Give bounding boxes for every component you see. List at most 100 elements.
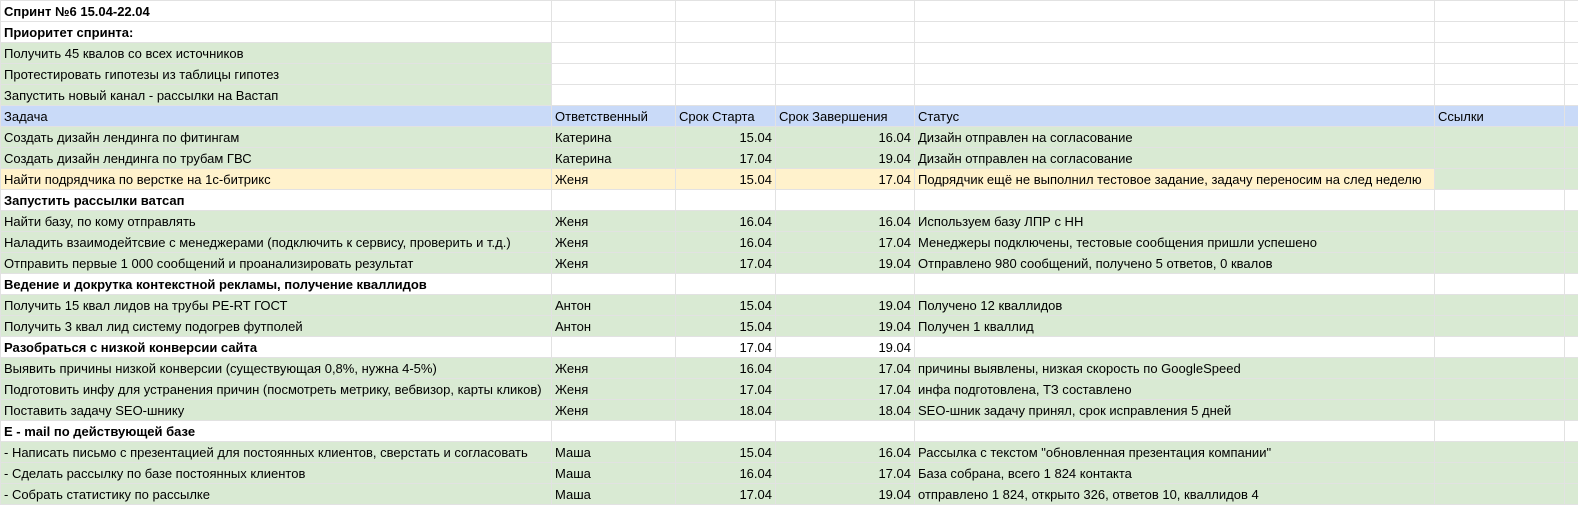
section-title[interactable]: Ведение и докрутка контекстной рекламы, … xyxy=(0,273,552,295)
links-cell[interactable] xyxy=(1434,231,1565,253)
task-cell[interactable]: - Сделать рассылку по базе постоянных кл… xyxy=(0,462,552,484)
owner-cell[interactable]: Антон xyxy=(551,315,676,337)
end-cell[interactable]: 17.04 xyxy=(775,231,915,253)
links-cell[interactable] xyxy=(1434,483,1565,505)
end-cell[interactable]: 19.04 xyxy=(775,294,915,316)
end-cell[interactable]: 17.04 xyxy=(775,462,915,484)
task-cell[interactable]: - Написать письмо с презентацией для пос… xyxy=(0,441,552,463)
status-cell[interactable]: Отправлено 980 сообщений, получено 5 отв… xyxy=(914,252,1435,274)
task-cell[interactable]: Найти базу, по кому отправлять xyxy=(0,210,552,232)
start-cell[interactable]: 16.04 xyxy=(675,210,776,232)
task-cell[interactable]: Создать дизайн лендинга по фитингам xyxy=(0,126,552,148)
section-title[interactable]: Запустить рассылки ватсап xyxy=(0,189,552,211)
start-cell[interactable]: 17.04 xyxy=(675,252,776,274)
status-cell[interactable]: База собрана, всего 1 824 контакта xyxy=(914,462,1435,484)
status-cell[interactable]: Получен 1 кваллид xyxy=(914,315,1435,337)
owner-cell[interactable]: Маша xyxy=(551,462,676,484)
end-cell[interactable]: 19.04 xyxy=(775,252,915,274)
status-cell[interactable]: Дизайн отправлен на согласование xyxy=(914,126,1435,148)
start-cell[interactable]: 15.04 xyxy=(675,126,776,148)
task-cell[interactable]: Наладить взаимодейтсвие с менеджерами (п… xyxy=(0,231,552,253)
end-cell[interactable]: 17.04 xyxy=(775,378,915,400)
links-cell[interactable] xyxy=(1434,147,1565,169)
priority-item[interactable]: Получить 45 квалов со всех источников xyxy=(0,42,552,64)
header-end[interactable]: Срок Завершения xyxy=(775,105,915,127)
start-cell[interactable]: 15.04 xyxy=(675,168,776,190)
end-cell[interactable]: 19.04 xyxy=(775,336,915,358)
end-cell[interactable]: 19.04 xyxy=(775,315,915,337)
owner-cell[interactable]: Женя xyxy=(551,357,676,379)
status-cell[interactable]: Используем базу ЛПР с НН xyxy=(914,210,1435,232)
links-cell[interactable] xyxy=(1434,378,1565,400)
end-cell[interactable]: 19.04 xyxy=(775,147,915,169)
end-cell[interactable]: 16.04 xyxy=(775,210,915,232)
links-cell[interactable] xyxy=(1434,462,1565,484)
owner-cell[interactable]: Катерина xyxy=(551,147,676,169)
end-cell[interactable]: 18.04 xyxy=(775,399,915,421)
status-cell[interactable]: Получено 12 кваллидов xyxy=(914,294,1435,316)
owner-cell[interactable]: Маша xyxy=(551,483,676,505)
priority-item[interactable]: Протестировать гипотезы из таблицы гипот… xyxy=(0,63,552,85)
task-cell[interactable]: Создать дизайн лендинга по трубам ГВС xyxy=(0,147,552,169)
task-cell[interactable]: Подготовить инфу для устранения причин (… xyxy=(0,378,552,400)
start-cell[interactable]: 17.04 xyxy=(675,483,776,505)
owner-cell[interactable]: Женя xyxy=(551,168,676,190)
links-cell[interactable] xyxy=(1434,210,1565,232)
header-status[interactable]: Статус xyxy=(914,105,1435,127)
owner-cell[interactable]: Антон xyxy=(551,294,676,316)
status-cell[interactable]: Подрядчик ещё не выполнил тестовое задан… xyxy=(914,168,1435,190)
header-links[interactable]: Ссылки xyxy=(1434,105,1565,127)
start-cell[interactable]: 16.04 xyxy=(675,231,776,253)
status-cell[interactable]: SEO-шник задачу принял, срок исправления… xyxy=(914,399,1435,421)
status-cell[interactable]: инфа подготовлена, ТЗ составлено xyxy=(914,378,1435,400)
header-task[interactable]: Задача xyxy=(0,105,552,127)
task-cell[interactable]: Отправить первые 1 000 сообщений и проан… xyxy=(0,252,552,274)
end-cell[interactable]: 17.04 xyxy=(775,357,915,379)
task-cell[interactable]: Найти подрядчика по верстке на 1с-битрик… xyxy=(0,168,552,190)
end-cell[interactable]: 16.04 xyxy=(775,441,915,463)
start-cell[interactable]: 17.04 xyxy=(675,336,776,358)
links-cell[interactable] xyxy=(1434,441,1565,463)
end-cell[interactable]: 19.04 xyxy=(775,483,915,505)
owner-cell[interactable]: Катерина xyxy=(551,126,676,148)
end-cell[interactable]: 17.04 xyxy=(775,168,915,190)
status-cell[interactable]: причины выявлены, низкая скорость по Goo… xyxy=(914,357,1435,379)
status-cell[interactable]: Дизайн отправлен на согласование xyxy=(914,147,1435,169)
start-cell[interactable]: 18.04 xyxy=(675,399,776,421)
status-cell[interactable]: Рассылка с текстом "обновленная презента… xyxy=(914,441,1435,463)
links-cell[interactable] xyxy=(1434,252,1565,274)
status-cell[interactable]: отправлено 1 824, открыто 326, ответов 1… xyxy=(914,483,1435,505)
owner-cell[interactable]: Женя xyxy=(551,231,676,253)
links-cell[interactable] xyxy=(1434,168,1565,190)
start-cell[interactable]: 15.04 xyxy=(675,315,776,337)
start-cell[interactable]: 16.04 xyxy=(675,357,776,379)
header-start[interactable]: Срок Старта xyxy=(675,105,776,127)
task-cell[interactable]: - Собрать статистику по рассылке xyxy=(0,483,552,505)
status-cell[interactable]: Менеджеры подключены, тестовые сообщения… xyxy=(914,231,1435,253)
header-owner[interactable]: Ответственный xyxy=(551,105,676,127)
owner-cell[interactable]: Маша xyxy=(551,441,676,463)
task-cell[interactable]: Получить 15 квал лидов на трубы PE-RT ГО… xyxy=(0,294,552,316)
links-cell[interactable] xyxy=(1434,315,1565,337)
owner-cell[interactable]: Женя xyxy=(551,378,676,400)
start-cell[interactable]: 15.04 xyxy=(675,294,776,316)
owner-cell[interactable]: Женя xyxy=(551,210,676,232)
links-cell[interactable] xyxy=(1434,294,1565,316)
start-cell[interactable]: 17.04 xyxy=(675,378,776,400)
start-cell[interactable]: 16.04 xyxy=(675,462,776,484)
links-cell[interactable] xyxy=(1434,399,1565,421)
section-title[interactable]: E - mail по действующей базе xyxy=(0,420,552,442)
start-cell[interactable]: 15.04 xyxy=(675,441,776,463)
task-cell[interactable]: Получить 3 квал лид систему подогрев фут… xyxy=(0,315,552,337)
task-cell[interactable]: Выявить причины низкой конверсии (сущест… xyxy=(0,357,552,379)
priority-heading[interactable]: Приоритет спринта: xyxy=(0,21,552,43)
links-cell[interactable] xyxy=(1434,357,1565,379)
section-title[interactable]: Разобраться с низкой конверсии сайта xyxy=(0,336,552,358)
priority-item[interactable]: Запустить новый канал - рассылки на Васт… xyxy=(0,84,552,106)
owner-cell[interactable]: Женя xyxy=(551,399,676,421)
start-cell[interactable]: 17.04 xyxy=(675,147,776,169)
owner-cell[interactable]: Женя xyxy=(551,252,676,274)
links-cell[interactable] xyxy=(1434,126,1565,148)
end-cell[interactable]: 16.04 xyxy=(775,126,915,148)
sheet-title[interactable]: Спринт №6 15.04-22.04 xyxy=(0,0,552,22)
